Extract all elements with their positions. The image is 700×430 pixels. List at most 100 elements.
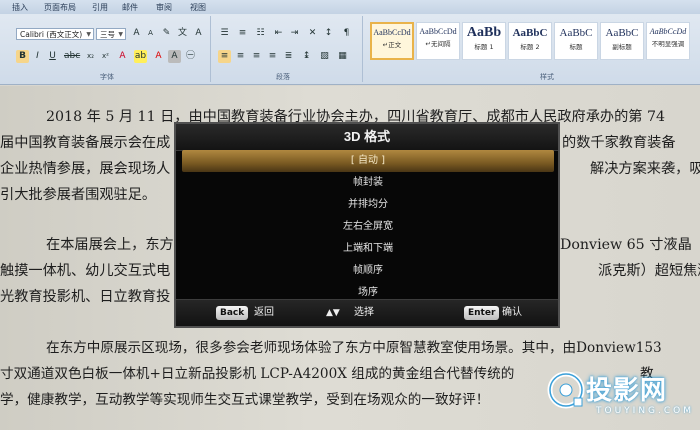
back-key-icon[interactable]: Back	[216, 306, 249, 320]
char-shading-icon[interactable]: A	[168, 50, 181, 63]
style-title[interactable]: AaBbC 标题	[554, 22, 598, 60]
watermark-text: 投影网	[586, 376, 668, 406]
font-color-icon[interactable]: A	[152, 50, 165, 63]
watermark: 投影网 TOUYING.COM	[546, 368, 696, 426]
doc-line-4: 引大批参展者围观驻足。	[0, 187, 157, 203]
font-name-value: Calibri (西文正文)	[20, 30, 83, 39]
style-name: 标题 1	[474, 43, 494, 51]
phonetic-guide-icon[interactable]: 文	[176, 27, 189, 40]
osd-title: 3D 格式	[176, 124, 558, 151]
doc-line-2b: 的数千家教育装备	[562, 135, 676, 151]
osd-option-side-by-side-half[interactable]: 并排均分	[182, 194, 554, 216]
doc-line-3a: 企业热情参展，展会现场人	[0, 161, 171, 177]
align-justify-button[interactable]: ≡	[218, 50, 231, 63]
tab-insert[interactable]: 插入	[12, 2, 28, 13]
style-normal[interactable]: AaBbCcDd ↵正文	[370, 22, 414, 60]
superscript-button[interactable]: x²	[99, 50, 112, 63]
up-down-arrows-icon: ▲▼	[326, 308, 340, 318]
align-center-button[interactable]: ≡	[234, 50, 247, 63]
numbering-icon[interactable]: ≡	[236, 27, 249, 40]
clear-format-icon[interactable]: ✎	[160, 27, 173, 40]
underline-button[interactable]: U	[46, 50, 59, 63]
text-effect-icon[interactable]: A	[116, 50, 129, 63]
style-subtle-emphasis[interactable]: AaBbCcDd 不明显强调	[646, 22, 690, 60]
grow-font-icon[interactable]: A	[130, 27, 143, 40]
osd-option-side-by-side-full[interactable]: 左右全屏宽	[182, 216, 554, 238]
select-label: 选择	[354, 307, 374, 318]
word-ribbon: 插入 页面布局 引用 邮件 审阅 视图 Calibri (西文正文) ▼ 三号 …	[0, 0, 700, 85]
tab-page-layout[interactable]: 页面布局	[44, 2, 76, 13]
doc-line-5b: Donview 65 寸液晶	[560, 237, 692, 253]
style-sample: AaBb	[466, 25, 502, 40]
style-sample: AaBbCcDd	[649, 27, 687, 36]
doc-line-9a: 寸双通道双色白板一体机+日立新品投影机 LCP-A4200X 组成的黄金组合代替…	[0, 366, 515, 382]
show-marks-icon[interactable]: ¶	[340, 27, 353, 40]
tab-view[interactable]: 视图	[190, 2, 206, 13]
doc-line-8: 在东方中原展示区现场，很多参会老师现场体验了东方中原智慧教室使用场景。其中，由D…	[46, 340, 662, 356]
doc-line-5a: 在本届展会上，东方	[46, 237, 174, 253]
osd-option-top-bottom[interactable]: 上端和下端	[182, 238, 554, 260]
shrink-font-icon[interactable]: A	[144, 27, 157, 40]
doc-line-6a: 触摸一体机、幼儿交互式电	[0, 263, 171, 279]
style-name: 标题	[569, 43, 583, 51]
sort-icon[interactable]: ↕	[322, 27, 335, 40]
bold-button[interactable]: B	[16, 50, 29, 63]
style-sample: AaBbCcDd	[373, 28, 411, 37]
tab-mailings[interactable]: 邮件	[122, 2, 138, 13]
styles-gallery: AaBbCcDd ↵正文 AaBbCcDd ↵无间隔 AaBb 标题 1 AaB…	[368, 22, 694, 60]
style-name: ↵正文	[382, 41, 402, 49]
distributed-button[interactable]: ≣	[282, 50, 295, 63]
multilevel-list-icon[interactable]: ☷	[254, 27, 267, 40]
style-sample: AaBbC	[605, 27, 639, 39]
style-heading-1[interactable]: AaBb 标题 1	[462, 22, 506, 60]
style-sample: AaBbC	[559, 27, 593, 39]
tab-review[interactable]: 审阅	[156, 2, 172, 13]
osd-option-auto[interactable]: [ 自动 ]	[182, 150, 554, 172]
osd-option-frame-sequential[interactable]: 帧顺序	[182, 260, 554, 282]
enter-key-icon[interactable]: Enter	[464, 306, 500, 320]
osd-footer: Back 返回 ▲▼ 选择 Enter 确认	[176, 299, 558, 326]
confirm-label: 确认	[502, 307, 522, 318]
bullets-icon[interactable]: ☰	[218, 27, 231, 40]
watermark-subtext: TOUYING.COM	[596, 406, 695, 416]
touying-logo-icon	[547, 371, 585, 409]
subscript-button[interactable]: x₂	[84, 50, 97, 63]
style-sample: AaBbC	[512, 27, 548, 39]
chevron-down-icon: ▼	[86, 31, 91, 38]
doc-line-7: 光教育投影机、日立教育投	[0, 289, 171, 305]
align-right-button[interactable]: ≡	[250, 50, 263, 63]
borders-icon[interactable]: ▦	[336, 50, 349, 63]
enclose-char-icon[interactable]: ㊀	[184, 50, 197, 63]
tab-references[interactable]: 引用	[92, 2, 108, 13]
style-name: 副标题	[612, 43, 632, 51]
align-distributed-button[interactable]: ≡	[266, 50, 279, 63]
styles-group-label: 样式	[540, 73, 554, 81]
font-group-label: 字体	[100, 73, 114, 81]
font-name-select[interactable]: Calibri (西文正文) ▼	[16, 28, 94, 40]
style-name: ↵无间隔	[425, 40, 451, 48]
strikethrough-button[interactable]: abc	[64, 50, 80, 63]
doc-line-2a: 届中国教育装备展示会在成	[0, 135, 171, 151]
osd-option-list: [ 自动 ] 帧封装 并排均分 左右全屏宽 上端和下端 帧顺序 场序	[182, 150, 554, 304]
highlight-icon[interactable]: ab	[134, 50, 147, 63]
style-subtitle[interactable]: AaBbC 副标题	[600, 22, 644, 60]
style-no-spacing[interactable]: AaBbCcDd ↵无间隔	[416, 22, 460, 60]
osd-option-frame-packing[interactable]: 帧封装	[182, 172, 554, 194]
line-spacing-icon[interactable]: ↨	[300, 50, 313, 63]
decrease-indent-icon[interactable]: ⇤	[272, 27, 285, 40]
italic-button[interactable]: I	[31, 50, 44, 63]
style-name: 不明显强调	[651, 40, 685, 48]
font-size-select[interactable]: 三号 ▼	[96, 28, 126, 40]
shading-icon[interactable]: ▨	[318, 50, 331, 63]
style-heading-2[interactable]: AaBbC 标题 2	[508, 22, 552, 60]
char-border-icon[interactable]: A	[192, 27, 205, 40]
paragraph-group-label: 段落	[276, 73, 290, 81]
style-name: 标题 2	[520, 43, 540, 51]
increase-indent-icon[interactable]: ⇥	[288, 27, 301, 40]
doc-line-10: 学，健康教学，互动教学等实现师生交互式课堂教学，受到在场观众的一致好评！	[0, 392, 490, 408]
font-size-value: 三号	[100, 30, 115, 39]
group-divider	[362, 16, 363, 82]
3d-format-osd-menu: 3D 格式 [ 自动 ] 帧封装 并排均分 左右全屏宽 上端和下端 帧顺序 场序…	[174, 122, 560, 328]
doc-line-3b: 解决方案来袭，吸	[590, 161, 700, 177]
chinese-layout-icon[interactable]: ✕	[306, 27, 319, 40]
